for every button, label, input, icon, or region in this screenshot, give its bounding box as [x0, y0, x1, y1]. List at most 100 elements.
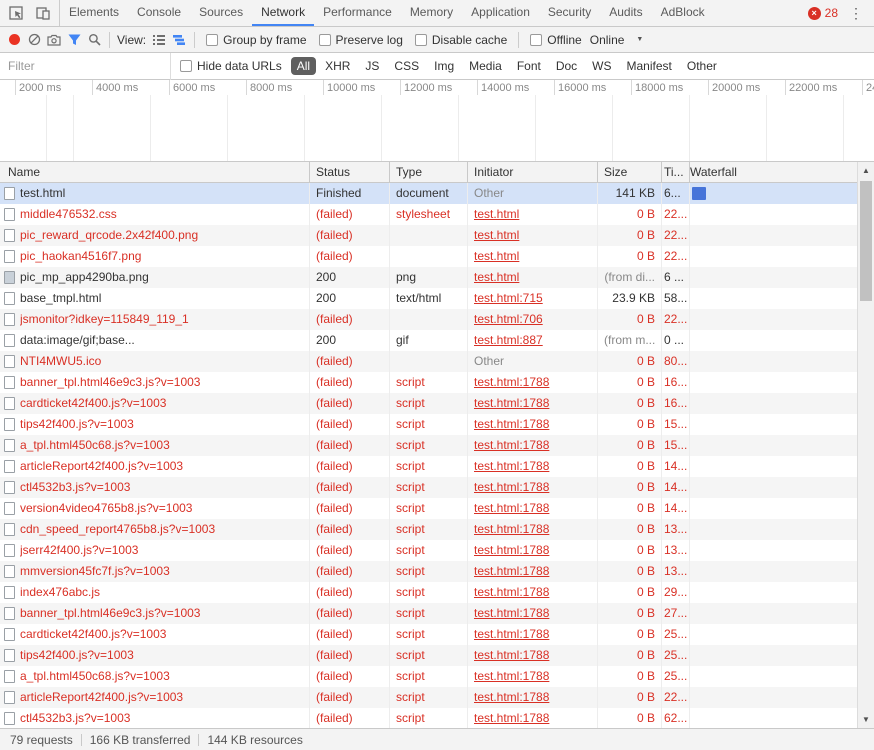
disable-cache-input[interactable]: [415, 34, 427, 46]
hide-data-urls-input[interactable]: [180, 60, 192, 72]
initiator-link[interactable]: test.html:1788: [474, 585, 549, 599]
initiator-link[interactable]: test.html: [474, 207, 519, 221]
table-row[interactable]: ctl4532b3.js?v=1003(failed)scripttest.ht…: [0, 708, 874, 728]
tab-application[interactable]: Application: [462, 0, 539, 26]
group-by-frame-input[interactable]: [206, 34, 218, 46]
scroll-up-icon[interactable]: ▲: [858, 163, 874, 178]
tab-adblock[interactable]: AdBlock: [652, 0, 714, 26]
overview-view-icon[interactable]: [169, 30, 189, 50]
column-header-ti[interactable]: Ti...: [662, 162, 690, 182]
initiator-link[interactable]: test.html:1788: [474, 417, 549, 431]
initiator-link[interactable]: test.html:1788: [474, 480, 549, 494]
initiator-link[interactable]: test.html:1788: [474, 648, 549, 662]
filter-all[interactable]: All: [291, 57, 316, 75]
table-row[interactable]: banner_tpl.html46e9c3.js?v=1003(failed)s…: [0, 603, 874, 624]
filter-js[interactable]: JS: [359, 57, 385, 75]
column-header-name[interactable]: Name: [0, 162, 310, 182]
table-row[interactable]: articleReport42f400.js?v=1003(failed)scr…: [0, 687, 874, 708]
vertical-scrollbar[interactable]: ▲ ▼: [857, 162, 874, 728]
tab-memory[interactable]: Memory: [401, 0, 462, 26]
initiator-link[interactable]: test.html:887: [474, 333, 543, 347]
table-row[interactable]: cardticket42f400.js?v=1003(failed)script…: [0, 624, 874, 645]
column-header-initiator[interactable]: Initiator: [468, 162, 598, 182]
table-row[interactable]: pic_haokan4516f7.png(failed)test.html0 B…: [0, 246, 874, 267]
tab-console[interactable]: Console: [128, 0, 190, 26]
initiator-link[interactable]: test.html:1788: [474, 375, 549, 389]
filter-manifest[interactable]: Manifest: [621, 57, 678, 75]
initiator-link[interactable]: test.html:1788: [474, 627, 549, 641]
filter-input[interactable]: [0, 59, 170, 73]
error-badge[interactable]: × 28: [808, 6, 838, 20]
tab-network[interactable]: Network: [252, 0, 314, 26]
table-row[interactable]: base_tmpl.html200text/htmltest.html:7152…: [0, 288, 874, 309]
tab-elements[interactable]: Elements: [60, 0, 128, 26]
table-row[interactable]: banner_tpl.html46e9c3.js?v=1003(failed)s…: [0, 372, 874, 393]
initiator-link[interactable]: test.html:1788: [474, 459, 549, 473]
column-header-type[interactable]: Type: [390, 162, 468, 182]
tab-performance[interactable]: Performance: [314, 0, 401, 26]
hide-data-urls-checkbox[interactable]: Hide data URLs: [180, 59, 282, 73]
table-row[interactable]: tips42f400.js?v=1003(failed)scripttest.h…: [0, 645, 874, 666]
scroll-thumb[interactable]: [860, 181, 872, 301]
table-row[interactable]: pic_reward_qrcode.2x42f400.png(failed)te…: [0, 225, 874, 246]
search-icon[interactable]: [84, 30, 104, 50]
filter-other[interactable]: Other: [681, 57, 723, 75]
table-row[interactable]: tips42f400.js?v=1003(failed)scripttest.h…: [0, 414, 874, 435]
filter-funnel-icon[interactable]: [64, 30, 84, 50]
scroll-down-icon[interactable]: ▼: [858, 712, 874, 727]
column-header-status[interactable]: Status: [310, 162, 390, 182]
initiator-link[interactable]: test.html:1788: [474, 543, 549, 557]
table-row[interactable]: a_tpl.html450c68.js?v=1003(failed)script…: [0, 666, 874, 687]
disable-cache-checkbox[interactable]: Disable cache: [415, 33, 507, 47]
record-button[interactable]: [4, 30, 24, 50]
table-row[interactable]: data:image/gif;base...200giftest.html:88…: [0, 330, 874, 351]
list-view-icon[interactable]: [149, 30, 169, 50]
table-row[interactable]: middle476532.css(failed)stylesheettest.h…: [0, 204, 874, 225]
timeline-overview[interactable]: 2000 ms4000 ms6000 ms8000 ms10000 ms1200…: [0, 80, 874, 162]
table-row[interactable]: NTI4MWU5.ico(failed)Other0 B80...: [0, 351, 874, 372]
initiator-link[interactable]: test.html:706: [474, 312, 543, 326]
table-row[interactable]: cdn_speed_report4765b8.js?v=1003(failed)…: [0, 519, 874, 540]
throttling-select[interactable]: Online ▼: [590, 33, 644, 47]
clear-button[interactable]: [24, 30, 44, 50]
table-row[interactable]: pic_mp_app4290ba.png200pngtest.html(from…: [0, 267, 874, 288]
tab-sources[interactable]: Sources: [190, 0, 252, 26]
preserve-log-input[interactable]: [319, 34, 331, 46]
filter-css[interactable]: CSS: [388, 57, 425, 75]
filter-ws[interactable]: WS: [586, 57, 617, 75]
table-row[interactable]: jserr42f400.js?v=1003(failed)scripttest.…: [0, 540, 874, 561]
initiator-link[interactable]: test.html:1788: [474, 522, 549, 536]
filter-doc[interactable]: Doc: [550, 57, 583, 75]
initiator-link[interactable]: test.html:715: [474, 291, 543, 305]
initiator-link[interactable]: test.html:1788: [474, 669, 549, 683]
initiator-link[interactable]: test.html:1788: [474, 711, 549, 725]
kebab-menu-icon[interactable]: ⋮: [847, 5, 865, 22]
group-by-frame-checkbox[interactable]: Group by frame: [206, 33, 306, 47]
initiator-link[interactable]: test.html:1788: [474, 690, 549, 704]
table-row[interactable]: version4video4765b8.js?v=1003(failed)scr…: [0, 498, 874, 519]
inspect-icon[interactable]: [6, 3, 26, 23]
offline-checkbox[interactable]: Offline: [530, 33, 581, 47]
tab-audits[interactable]: Audits: [600, 0, 651, 26]
device-toolbar-icon[interactable]: [33, 3, 53, 23]
filter-media[interactable]: Media: [463, 57, 508, 75]
initiator-link[interactable]: test.html:1788: [474, 438, 549, 452]
preserve-log-checkbox[interactable]: Preserve log: [319, 33, 403, 47]
tab-security[interactable]: Security: [539, 0, 600, 26]
initiator-link[interactable]: test.html: [474, 228, 519, 242]
filter-font[interactable]: Font: [511, 57, 547, 75]
initiator-link[interactable]: test.html: [474, 270, 519, 284]
filter-xhr[interactable]: XHR: [319, 57, 356, 75]
table-row[interactable]: cardticket42f400.js?v=1003(failed)script…: [0, 393, 874, 414]
initiator-link[interactable]: test.html:1788: [474, 501, 549, 515]
initiator-link[interactable]: test.html:1788: [474, 606, 549, 620]
table-row[interactable]: jsmonitor?idkey=115849_119_1(failed)test…: [0, 309, 874, 330]
column-header-size[interactable]: Size: [598, 162, 662, 182]
initiator-link[interactable]: test.html:1788: [474, 396, 549, 410]
table-row[interactable]: articleReport42f400.js?v=1003(failed)scr…: [0, 456, 874, 477]
initiator-link[interactable]: test.html:1788: [474, 564, 549, 578]
screenshot-capture-icon[interactable]: [44, 30, 64, 50]
filter-img[interactable]: Img: [428, 57, 460, 75]
column-header-waterfall[interactable]: Waterfall: [690, 162, 874, 182]
offline-input[interactable]: [530, 34, 542, 46]
